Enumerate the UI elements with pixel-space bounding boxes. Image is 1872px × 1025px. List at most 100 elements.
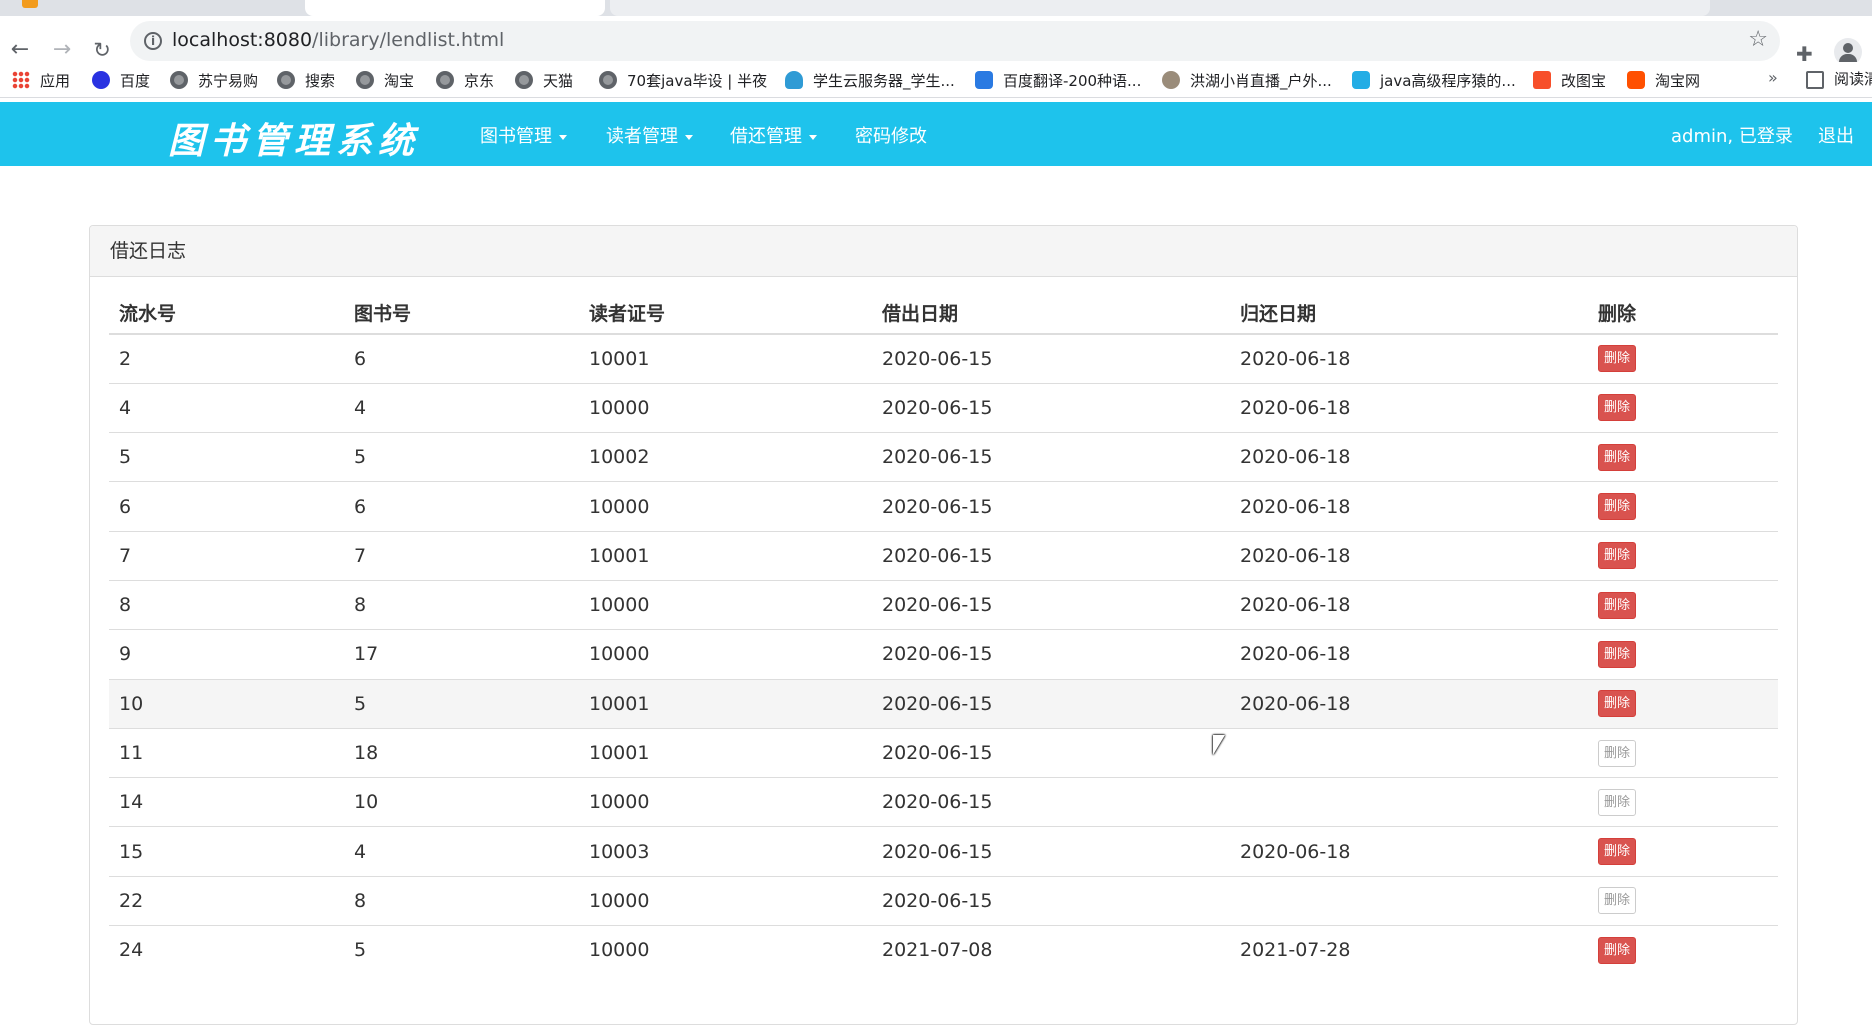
delete-button[interactable]: 删除 (1598, 838, 1637, 866)
delete-button[interactable]: 删除 (1598, 345, 1637, 373)
globe-icon (170, 71, 188, 89)
brand-logo[interactable]: 图书管理系统 (168, 112, 420, 164)
cell-lend-date: 2020-06-15 (872, 826, 1230, 877)
delete-button-disabled[interactable]: 删除 (1598, 739, 1637, 767)
cell-book-id: 7 (344, 530, 579, 581)
logout-link[interactable]: 退出 (1818, 122, 1854, 148)
bookmark-item[interactable]: 学生云服务器_学生... (785, 68, 955, 92)
bookmark-item[interactable]: 百度 (92, 68, 150, 92)
cell-delete: 删除 (1588, 530, 1778, 581)
delete-button[interactable]: 删除 (1598, 542, 1637, 570)
translate-icon (975, 71, 993, 89)
table-body: 2 6 10001 2020-06-15 2020-06-18 删除 4 4 10000 2020… (109, 333, 1778, 975)
lend-log-table-wrap: 流水号 图书号 读者证号 借出日期 归还日期 删除 2 6 10001 2020-06… (109, 292, 1778, 975)
table-row: 22 8 10000 2020-06-15 删除 (109, 875, 1778, 926)
cell-reader-id: 10001 (579, 727, 872, 778)
cell-back-date: 2020-06-18 (1230, 432, 1588, 482)
bookmark-item[interactable]: java高级程序猿的... (1352, 68, 1516, 92)
cell-book-id: 18 (344, 727, 579, 778)
table-row: 4 4 10000 2020-06-15 2020-06-18 删除 (109, 382, 1778, 433)
bookmark-label: 天猫 (543, 71, 574, 90)
bookmark-label: java高级程序猿的... (1380, 71, 1516, 90)
menu-reader-label: 读者管理 (606, 126, 678, 147)
browser-tab-background[interactable] (610, 0, 1710, 16)
delete-button[interactable]: 删除 (1598, 640, 1637, 668)
browser-tab-inactive[interactable] (0, 0, 300, 16)
bookmark-item[interactable]: 京东 (436, 68, 494, 92)
delete-button[interactable]: 删除 (1598, 591, 1637, 619)
bookmark-item[interactable]: 70套java毕设 | 半夜 (599, 68, 767, 92)
cell-lend-date: 2020-06-15 (872, 678, 1230, 729)
cell-reader-id: 10000 (579, 579, 872, 630)
cell-reader-id: 10001 (579, 333, 872, 384)
back-arrow-icon[interactable]: ← (6, 36, 34, 64)
bookmark-label: 淘宝 (384, 71, 415, 90)
url-path: /library/lendlist.html (312, 29, 505, 51)
reading-list-label: 阅读清 (1834, 70, 1872, 88)
cell-back-date (1230, 727, 1588, 778)
cell-serial: 5 (109, 432, 344, 482)
cell-lend-date: 2020-06-15 (872, 333, 1230, 384)
table-row: 5 5 10002 2020-06-15 2020-06-18 删除 (109, 432, 1778, 482)
cell-book-id: 8 (344, 875, 579, 926)
delete-button[interactable]: 删除 (1598, 493, 1637, 521)
bookmark-star-icon[interactable]: ☆ (1748, 27, 1768, 52)
bookmark-item[interactable]: 搜索 (277, 68, 335, 92)
bookmark-item[interactable]: 淘宝网 (1627, 68, 1700, 92)
table-row: 7 7 10001 2020-06-15 2020-06-18 删除 (109, 530, 1778, 581)
url-host: localhost:8080 (172, 29, 313, 51)
url-text[interactable]: localhost:8080/library/lendlist.html (172, 29, 504, 51)
cell-delete: 删除 (1588, 481, 1778, 532)
cell-reader-id: 10000 (579, 875, 872, 926)
reading-list-button[interactable]: 阅读清 (1806, 68, 1872, 89)
menu-book-label: 图书管理 (480, 126, 552, 147)
cell-book-id: 5 (344, 678, 579, 729)
bookmark-label: 京东 (464, 71, 495, 90)
table-row: 2 6 10001 2020-06-15 2020-06-18 删除 (109, 333, 1778, 384)
bookmark-item[interactable]: 天猫 (515, 68, 573, 92)
menu-reader-management[interactable]: 读者管理 (606, 122, 693, 148)
bookmark-label: 百度 (120, 71, 151, 90)
menu-password-change[interactable]: 密码修改 (855, 122, 927, 148)
bookmark-label: 洪湖小肖直播_户外... (1190, 71, 1332, 90)
browser-tab-active[interactable] (305, 0, 605, 16)
site-info-icon[interactable]: i (144, 32, 162, 50)
menu-lend-management[interactable]: 借还管理 (730, 122, 817, 148)
cell-lend-date: 2020-06-15 (872, 432, 1230, 482)
delete-button[interactable]: 删除 (1598, 690, 1637, 718)
baidu-paw-icon (92, 71, 110, 89)
address-bar[interactable]: i localhost:8080/library/lendlist.html ☆ (130, 21, 1780, 61)
bookmark-item[interactable]: 苏宁易购 (170, 68, 258, 92)
globe-icon (515, 71, 533, 89)
user-status[interactable]: admin, 已登录 (1671, 122, 1793, 148)
bookmark-item[interactable]: 淘宝 (356, 68, 414, 92)
cell-delete: 删除 (1588, 382, 1778, 433)
cell-serial: 10 (109, 678, 344, 729)
table-header: 流水号 图书号 读者证号 借出日期 归还日期 删除 (109, 292, 1778, 335)
cell-serial: 6 (109, 481, 344, 532)
bookmark-item[interactable]: 洪湖小肖直播_户外... (1162, 68, 1332, 92)
column-header-back-date: 归还日期 (1230, 292, 1588, 335)
panel-title: 借还日志 (90, 226, 1797, 277)
bookmark-item[interactable]: 百度翻译-200种语... (975, 68, 1141, 92)
delete-button-disabled[interactable]: 删除 (1598, 887, 1637, 915)
forward-arrow-icon[interactable]: → (48, 36, 76, 64)
delete-button[interactable]: 删除 (1598, 394, 1637, 422)
lend-log-table: 流水号 图书号 读者证号 借出日期 归还日期 删除 2 6 10001 2020-06… (109, 292, 1778, 975)
cell-delete: 删除 (1588, 579, 1778, 630)
delete-button[interactable]: 删除 (1598, 443, 1637, 471)
bookmark-item[interactable]: 改图宝 (1533, 68, 1606, 92)
bookmark-item[interactable]: 应用 (12, 68, 70, 92)
cell-back-date: 2020-06-18 (1230, 579, 1588, 630)
cell-back-date: 2020-06-18 (1230, 481, 1588, 532)
reload-icon[interactable]: ↻ (88, 36, 116, 64)
cell-serial: 22 (109, 875, 344, 926)
delete-button[interactable]: 删除 (1598, 936, 1637, 964)
cell-back-date: 2020-06-18 (1230, 530, 1588, 581)
bookmarks-overflow-button[interactable]: » (1768, 68, 1778, 87)
cell-lend-date: 2020-06-15 (872, 481, 1230, 532)
mouse-cursor-icon (1213, 735, 1225, 755)
menu-book-management[interactable]: 图书管理 (480, 122, 567, 148)
column-header-delete: 删除 (1588, 292, 1778, 335)
delete-button-disabled[interactable]: 删除 (1598, 788, 1637, 816)
